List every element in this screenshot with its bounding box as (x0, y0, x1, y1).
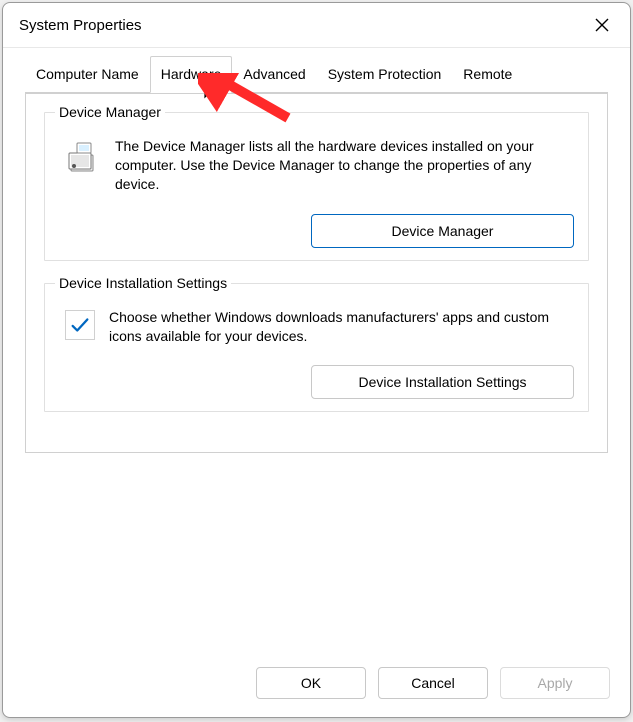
device-manager-group: Device Manager The Device Manager lists … (44, 112, 589, 261)
close-icon (594, 17, 610, 33)
dialog-footer: OK Cancel Apply (3, 653, 630, 717)
content-area: Computer Name Hardware Advanced System P… (3, 48, 630, 653)
ok-button[interactable]: OK (256, 667, 366, 699)
window-title: System Properties (19, 17, 142, 34)
device-installation-group-title: Device Installation Settings (55, 275, 231, 291)
close-button[interactable] (588, 11, 616, 39)
cancel-button[interactable]: Cancel (378, 667, 488, 699)
device-installation-button-row: Device Installation Settings (57, 365, 576, 399)
titlebar: System Properties (3, 3, 630, 48)
tab-computer-name[interactable]: Computer Name (25, 56, 150, 93)
device-manager-icon (61, 137, 101, 177)
tab-strip: Computer Name Hardware Advanced System P… (25, 56, 608, 93)
checkmark-icon (65, 310, 95, 340)
device-manager-button-row: Device Manager (57, 214, 576, 248)
tab-remote[interactable]: Remote (452, 56, 523, 93)
apply-button[interactable]: Apply (500, 667, 610, 699)
system-properties-dialog: System Properties Computer Name Hardware… (2, 2, 631, 718)
device-manager-button[interactable]: Device Manager (311, 214, 574, 248)
device-manager-description: The Device Manager lists all the hardwar… (115, 137, 572, 194)
device-installation-content: Choose whether Windows downloads manufac… (57, 308, 576, 352)
tab-hardware[interactable]: Hardware (150, 56, 233, 93)
device-installation-group: Device Installation Settings Choose whet… (44, 283, 589, 413)
device-installation-description: Choose whether Windows downloads manufac… (109, 308, 572, 346)
tab-advanced[interactable]: Advanced (232, 56, 316, 93)
hardware-panel: Device Manager The Device Manager lists … (25, 93, 608, 453)
device-manager-content: The Device Manager lists all the hardwar… (57, 137, 576, 200)
device-manager-group-title: Device Manager (55, 104, 165, 120)
device-installation-button[interactable]: Device Installation Settings (311, 365, 574, 399)
tab-system-protection[interactable]: System Protection (317, 56, 453, 93)
